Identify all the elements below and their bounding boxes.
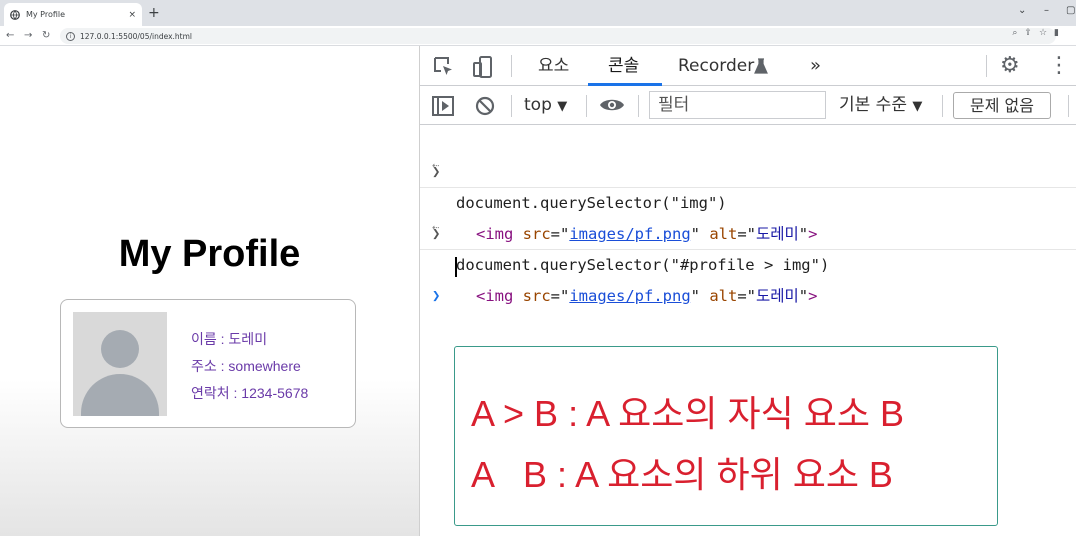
tab-title: My Profile — [26, 10, 66, 19]
eye-icon[interactable] — [599, 97, 625, 113]
selector-note-box: A > B : A 요소의 자식 요소 B A B : A 요소의 하위 요소 … — [454, 346, 998, 526]
divider — [942, 95, 943, 117]
new-tab-button[interactable]: + — [148, 4, 160, 22]
active-tab-indicator — [588, 83, 662, 86]
divider — [986, 55, 987, 77]
note-line-child: A > B : A 요소의 자식 요소 B — [471, 393, 904, 434]
address-bar: ← → ↻ i 127.0.0.1:5500/05/index.html ⌕⇪☆… — [0, 26, 1076, 46]
result-arrow-icon: ⇠ — [432, 220, 440, 234]
chevron-down-icon[interactable]: ⌄ — [1018, 5, 1026, 16]
page-viewport: My Profile 이름 : 도레미 주소 : somewhere 연락처 :… — [0, 46, 419, 536]
console-toolbar: top ▼ 필터 기본 수준 ▼ 문제 없음 — [420, 87, 1076, 125]
inspect-element-icon[interactable] — [432, 55, 456, 79]
filter-input[interactable]: 필터 — [649, 91, 826, 119]
sidebar-toggle-icon[interactable] — [432, 96, 454, 116]
tab-bar: My Profile × + ⌄ – ▢ — [0, 0, 1076, 26]
result-attr-name: alt — [709, 287, 738, 305]
dropdown-arrow-icon: ▼ — [557, 99, 568, 114]
profile-info: 이름 : 도레미 주소 : somewhere 연락처 : 1234-5678 — [191, 326, 308, 407]
url-text: 127.0.0.1:5500/05/index.html — [80, 31, 192, 41]
profile-name: 이름 : 도레미 — [191, 331, 268, 347]
console-result-line: ⇠ <img src="images/pf.png" alt="도레미"> — [420, 219, 1076, 305]
profile-card: 이름 : 도레미 주소 : somewhere 연락처 : 1234-5678 — [60, 299, 356, 428]
console-input-line: ❯ document.querySelector("img") — [420, 126, 1076, 212]
issues-button[interactable]: 문제 없음 — [953, 92, 1051, 119]
avatar-body — [81, 374, 159, 416]
gear-icon[interactable]: ⚙ — [1000, 54, 1020, 78]
log-level-value: 기본 수준 — [839, 95, 907, 115]
more-options-icon[interactable]: ⋮ — [1048, 54, 1070, 78]
result-alt-value: 도레미 — [756, 287, 799, 305]
reload-icon[interactable]: ↻ — [42, 29, 50, 43]
profile-image — [73, 312, 167, 416]
console-prompt-line[interactable]: ❯ — [420, 250, 1076, 304]
profile-contact: 연락처 : 1234-5678 — [191, 385, 309, 401]
result-arrow-icon: ⇠ — [432, 158, 440, 172]
clear-console-icon[interactable] — [475, 96, 495, 116]
dropdown-arrow-icon: ▼ — [912, 99, 923, 114]
console-output: ❯ document.querySelector("img") ⇠ <img s… — [420, 126, 1076, 305]
close-tab-icon[interactable]: × — [128, 10, 136, 20]
chevron-right-icon: ❯ — [432, 288, 441, 304]
browser-tab[interactable]: My Profile × — [4, 3, 142, 26]
divider — [511, 55, 512, 77]
divider — [511, 95, 512, 117]
divider — [586, 95, 587, 117]
avatar-head — [101, 330, 139, 368]
result-tag-close: > — [808, 287, 818, 305]
tab-recorder[interactable]: Recorder — [678, 55, 754, 77]
maximize-icon[interactable]: ▢ — [1066, 5, 1075, 16]
globe-icon — [10, 9, 20, 20]
text-caret — [455, 257, 457, 277]
info-icon[interactable]: i — [66, 31, 75, 41]
divider — [1068, 95, 1069, 117]
devtools-panel: 요소 콘솔 Recorder » ⚙ ⋮ top ▼ 필터 기본 수준 ▼ 문제… — [419, 46, 1076, 536]
tab-elements[interactable]: 요소 — [538, 55, 569, 77]
console-result-line: ⇠ <img src="images/pf.png" alt="도레미"> — [420, 157, 1076, 243]
context-value: top — [524, 95, 552, 115]
log-level-select[interactable]: 기본 수준 ▼ — [839, 94, 922, 118]
result-tag: <img — [476, 287, 514, 305]
device-toggle-icon[interactable] — [471, 55, 495, 79]
more-tabs-icon[interactable]: » — [810, 55, 821, 77]
minimize-icon[interactable]: – — [1044, 5, 1049, 16]
forward-icon[interactable]: → — [24, 29, 32, 43]
result-attr-name: src — [522, 287, 551, 305]
context-select[interactable]: top ▼ — [524, 94, 567, 118]
profile-address: 주소 : somewhere — [191, 358, 301, 374]
divider — [638, 95, 639, 117]
console-result[interactable]: <img src="images/pf.png" alt="도레미"> — [476, 281, 817, 312]
page-title: My Profile — [118, 233, 301, 275]
result-src-link[interactable]: images/pf.png — [569, 287, 690, 305]
url-field[interactable]: i 127.0.0.1:5500/05/index.html — [60, 28, 1056, 44]
console-input-line: ❯ document.querySelector("#profile > img… — [420, 188, 1076, 274]
note-line-descendant: A B : A 요소의 하위 요소 B — [471, 454, 893, 495]
flask-icon — [754, 58, 768, 74]
back-icon[interactable]: ← — [6, 29, 14, 43]
tab-console[interactable]: 콘솔 — [608, 55, 639, 77]
devtools-tabbar: 요소 콘솔 Recorder » ⚙ ⋮ — [420, 46, 1076, 86]
omnibox-action-icons[interactable]: ⌕⇪☆▮ — [1012, 28, 1066, 38]
